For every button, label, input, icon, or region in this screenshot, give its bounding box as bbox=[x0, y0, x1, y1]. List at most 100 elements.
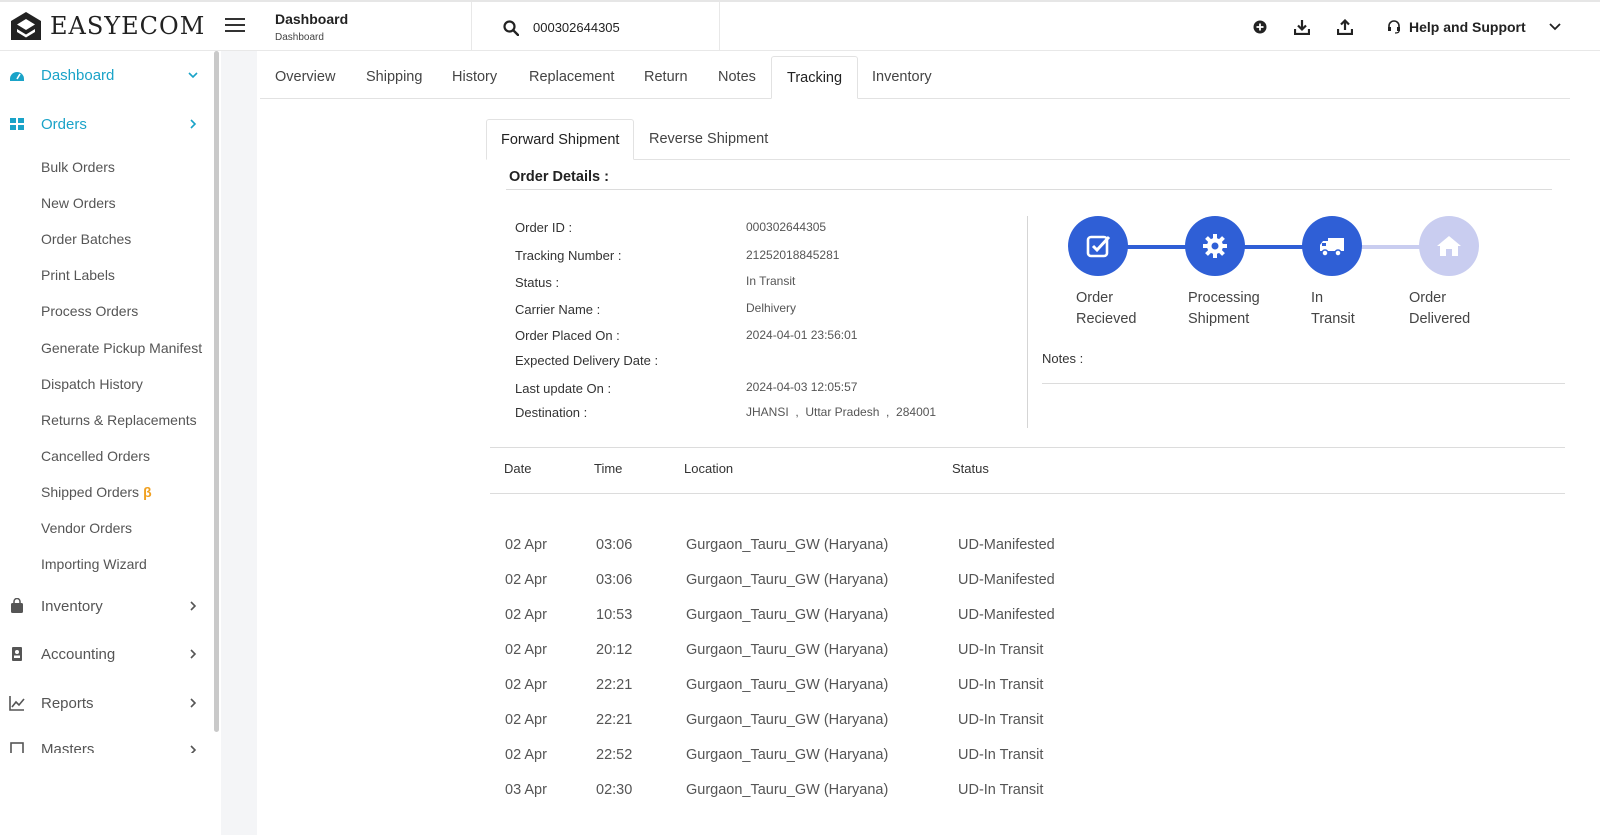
truck-icon bbox=[1320, 238, 1344, 257]
table-cell-location: Gurgaon_Tauru_GW (Haryana) bbox=[686, 677, 889, 693]
status-label: Status : bbox=[515, 275, 560, 290]
sidebar-label: Orders bbox=[41, 115, 87, 133]
search-input[interactable] bbox=[533, 16, 723, 38]
sidebar: Dashboard Orders Bulk Orders New Orders … bbox=[0, 51, 221, 835]
table-cell-date: 02 Apr bbox=[505, 642, 547, 658]
tab-overview[interactable]: Overview bbox=[260, 56, 350, 99]
step-connector bbox=[1127, 245, 1186, 249]
sidebar-label: Masters bbox=[41, 741, 95, 753]
destination-value: JHANSI , Uttar Pradesh , 284001 bbox=[746, 405, 937, 419]
table-cell-time: 10:53 bbox=[596, 607, 633, 623]
shipment-tabs: Forward Shipment Reverse Shipment bbox=[486, 119, 1570, 160]
sidebar-item-accounting[interactable]: Accounting bbox=[0, 640, 210, 668]
table-cell-time: 02:30 bbox=[596, 782, 633, 798]
status-value: In Transit bbox=[746, 274, 796, 288]
ledger-icon bbox=[12, 647, 22, 661]
table-cell-time: 22:52 bbox=[596, 747, 633, 763]
sidebar-item-orders[interactable]: Orders bbox=[0, 110, 210, 138]
tab-tracking[interactable]: Tracking bbox=[771, 56, 859, 99]
tab-history[interactable]: History bbox=[437, 56, 512, 99]
sidebar-scrollbar[interactable] bbox=[214, 51, 219, 732]
sidebar-item-dashboard[interactable]: Dashboard bbox=[0, 61, 210, 89]
table-cell-time: 22:21 bbox=[596, 677, 633, 693]
table-cell-date: 02 Apr bbox=[505, 677, 547, 693]
divider bbox=[490, 447, 1565, 448]
sidebar-label: Inventory bbox=[41, 597, 103, 615]
tab-return[interactable]: Return bbox=[629, 56, 703, 99]
chevron-right-icon bbox=[190, 119, 197, 129]
chevron-right-icon bbox=[190, 601, 197, 611]
table-cell-status: UD-In Transit bbox=[958, 642, 1044, 658]
column-header-status: Status bbox=[952, 461, 989, 476]
chevron-right-icon bbox=[190, 698, 197, 708]
order-placed-value: 2024-04-01 23:56:01 bbox=[746, 328, 858, 342]
sidebar-subitem-vendor-orders[interactable]: Vendor Orders bbox=[41, 520, 132, 536]
column-header-date: Date bbox=[504, 461, 532, 476]
divider bbox=[471, 2, 472, 51]
add-circle-icon[interactable] bbox=[1252, 19, 1268, 35]
tab-notes[interactable]: Notes bbox=[703, 56, 771, 99]
table-cell-location: Gurgaon_Tauru_GW (Haryana) bbox=[686, 747, 889, 763]
sidebar-label: Shipped Orders bbox=[41, 484, 140, 500]
table-cell-location: Gurgaon_Tauru_GW (Haryana) bbox=[686, 607, 889, 623]
carrier-name-value: Delhivery bbox=[746, 301, 797, 315]
order-placed-label: Order Placed On : bbox=[515, 328, 620, 343]
tab-inventory[interactable]: Inventory bbox=[857, 56, 947, 99]
step-label: Order Delivered bbox=[1409, 290, 1471, 327]
table-cell-status: UD-In Transit bbox=[958, 677, 1044, 693]
table-cell-time: 20:12 bbox=[596, 642, 633, 658]
sidebar-item-masters[interactable]: Masters bbox=[0, 737, 210, 753]
sidebar-subitem-returns-replacements[interactable]: Returns & Replacements bbox=[41, 412, 197, 428]
download-icon[interactable] bbox=[1294, 19, 1310, 35]
easyecom-logo-icon bbox=[11, 12, 41, 40]
menu-toggle-icon[interactable] bbox=[225, 18, 245, 34]
speedometer-icon bbox=[10, 72, 24, 81]
tab-replacement[interactable]: Replacement bbox=[514, 56, 629, 99]
step-order-received bbox=[1068, 216, 1128, 276]
sidebar-subitem-dispatch-history[interactable]: Dispatch History bbox=[41, 376, 143, 392]
sidebar-subitem-cancelled-orders[interactable]: Cancelled Orders bbox=[41, 448, 150, 464]
help-and-support-button[interactable]: Help and Support bbox=[1387, 19, 1526, 35]
tab-shipping[interactable]: Shipping bbox=[351, 56, 437, 99]
order-tabs: Overview Shipping History Replacement Re… bbox=[260, 56, 1570, 99]
sidebar-item-reports[interactable]: Reports bbox=[0, 689, 210, 717]
tracking-number-label: Tracking Number : bbox=[515, 248, 622, 263]
sidebar-subitem-generate-pickup-manifest[interactable]: Generate Pickup Manifest bbox=[41, 340, 202, 356]
step-in-transit bbox=[1302, 216, 1362, 276]
table-cell-time: 03:06 bbox=[596, 572, 633, 588]
table-cell-status: UD-In Transit bbox=[958, 782, 1044, 798]
tab-forward-shipment[interactable]: Forward Shipment bbox=[486, 119, 635, 160]
chevron-down-icon[interactable] bbox=[1549, 22, 1561, 32]
breadcrumb: Dashboard Dashboard bbox=[275, 11, 348, 43]
sidebar-subitem-print-labels[interactable]: Print Labels bbox=[41, 267, 115, 283]
last-update-value: 2024-04-03 12:05:57 bbox=[746, 380, 858, 394]
last-update-label: Last update On : bbox=[515, 381, 612, 396]
table-cell-location: Gurgaon_Tauru_GW (Haryana) bbox=[686, 537, 889, 553]
table-cell-status: UD-Manifested bbox=[958, 607, 1055, 623]
shopping-bag-icon bbox=[11, 598, 23, 613]
step-processing-shipment bbox=[1185, 216, 1245, 276]
home-icon bbox=[1437, 236, 1461, 256]
step-label: In Transit bbox=[1311, 290, 1355, 327]
logo[interactable]: EASYECOM bbox=[10, 11, 205, 41]
upload-icon[interactable] bbox=[1337, 19, 1353, 35]
sidebar-subitem-shipped-orders[interactable]: Shipped Orders β bbox=[41, 484, 152, 500]
sidebar-subitem-order-batches[interactable]: Order Batches bbox=[41, 231, 131, 247]
step-label: Order Recieved bbox=[1076, 290, 1137, 327]
divider bbox=[719, 2, 720, 51]
check-square-icon bbox=[1086, 235, 1111, 258]
top-bar: EASYECOM Dashboard Dashboard Help and Su… bbox=[0, 0, 1600, 51]
column-header-time: Time bbox=[594, 461, 623, 476]
order-details-title: Order Details : bbox=[509, 169, 609, 185]
table-cell-location: Gurgaon_Tauru_GW (Haryana) bbox=[686, 782, 889, 798]
table-cell-status: UD-In Transit bbox=[958, 712, 1044, 728]
tab-reverse-shipment[interactable]: Reverse Shipment bbox=[635, 119, 782, 160]
search-icon[interactable] bbox=[503, 20, 519, 36]
sidebar-subitem-new-orders[interactable]: New Orders bbox=[41, 195, 116, 211]
sidebar-subitem-bulk-orders[interactable]: Bulk Orders bbox=[41, 159, 115, 175]
content-gutter bbox=[221, 51, 257, 835]
chevron-down-icon bbox=[188, 72, 198, 79]
sidebar-item-inventory[interactable]: Inventory bbox=[0, 592, 210, 620]
sidebar-subitem-importing-wizard[interactable]: Importing Wizard bbox=[41, 556, 147, 572]
sidebar-subitem-process-orders[interactable]: Process Orders bbox=[41, 303, 138, 319]
